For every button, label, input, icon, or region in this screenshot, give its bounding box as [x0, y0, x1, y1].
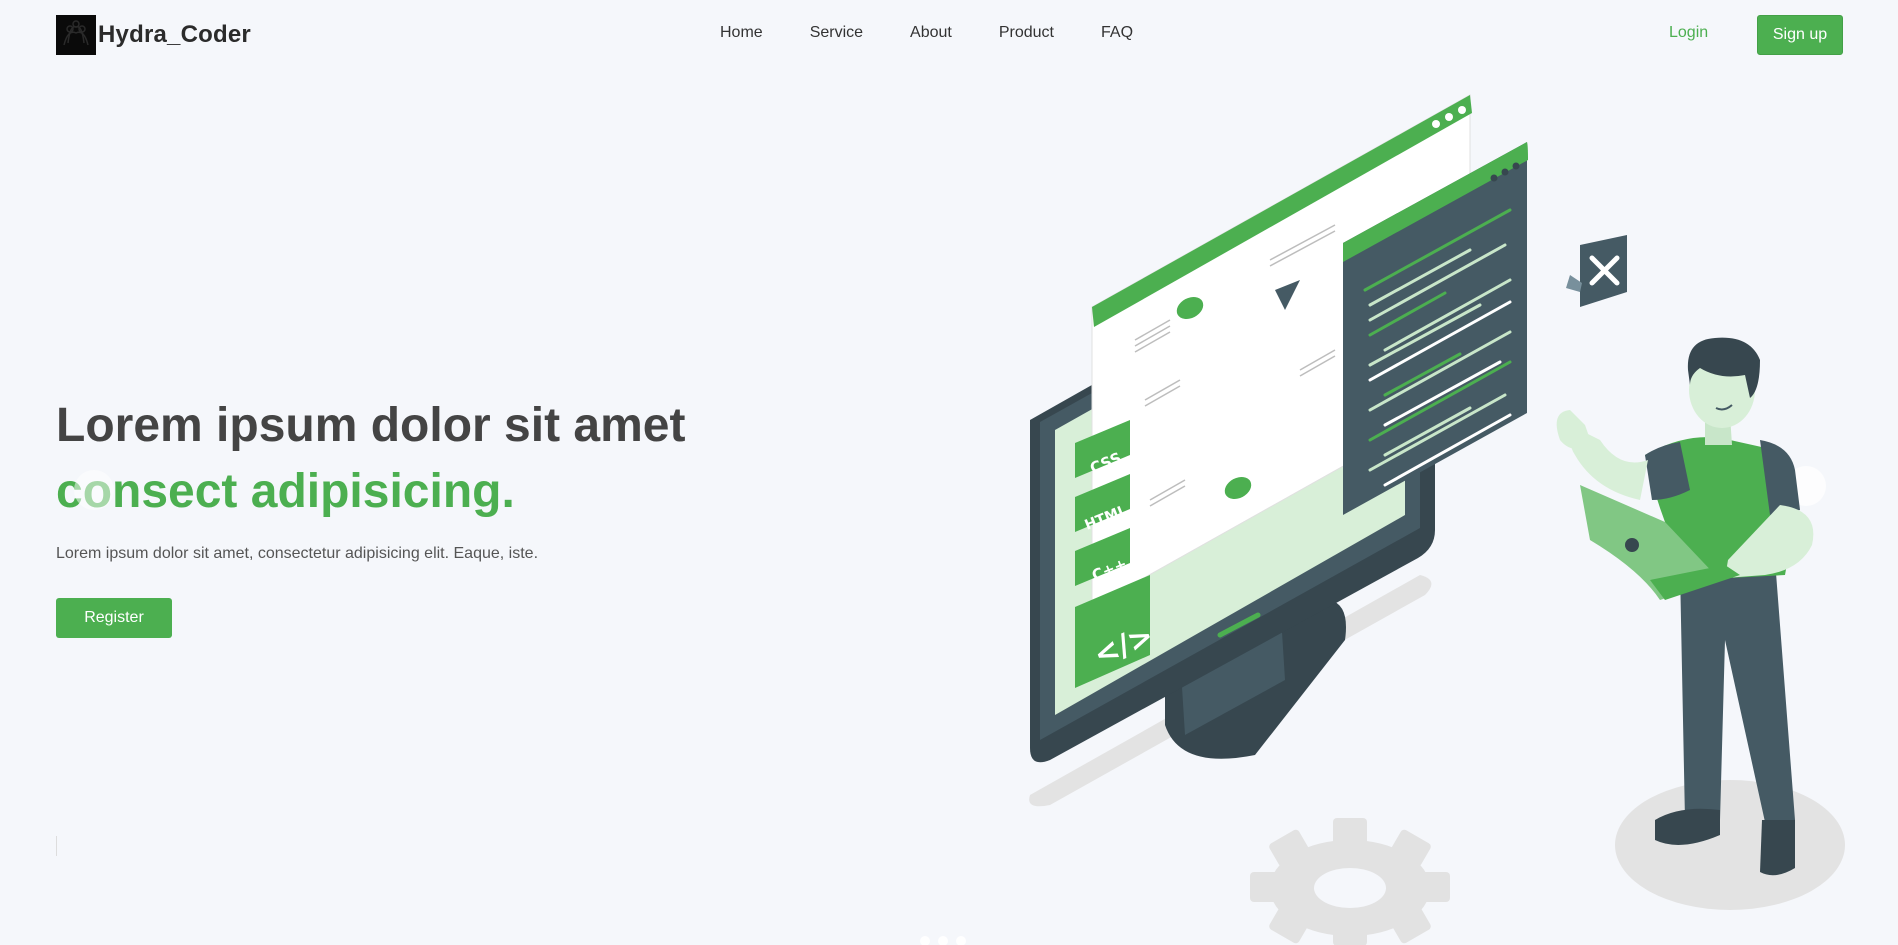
login-link[interactable]: Login: [1669, 24, 1708, 42]
scroll-indicator: [56, 836, 57, 856]
close-x-icon: [1566, 235, 1627, 307]
nav-product-link[interactable]: Product: [999, 24, 1054, 42]
carousel-prev-button[interactable]: [74, 470, 114, 510]
register-button[interactable]: Register: [56, 598, 172, 638]
carousel-dot[interactable]: [956, 936, 966, 945]
developer-person: [1556, 337, 1814, 876]
nav-about-link[interactable]: About: [910, 24, 952, 42]
brand-name: Hydra_Coder: [98, 21, 251, 48]
gear-icon: [1250, 818, 1450, 945]
hero-title-line2: consect adipisicing.: [56, 465, 515, 518]
carousel-dot[interactable]: [920, 936, 930, 945]
carousel-dot[interactable]: [938, 936, 948, 945]
navbar: Hydra_Coder Home Service About Product F…: [0, 0, 1898, 68]
signup-button[interactable]: Sign up: [1757, 15, 1843, 55]
main-nav: Home Service About Product FAQ: [720, 24, 1180, 42]
hero-description: Lorem ipsum dolor sit amet, consectetur …: [56, 545, 539, 562]
hero-title-line1: Lorem ipsum dolor sit amet: [56, 399, 686, 452]
nav-faq-link[interactable]: FAQ: [1101, 24, 1133, 42]
person-floor-shadow: [1615, 780, 1845, 910]
hydra-logo-icon: [56, 15, 96, 55]
nav-service-link[interactable]: Service: [810, 24, 863, 42]
hero-illustration: CSS HTML C++ </>: [1029, 94, 1845, 945]
nav-home-link[interactable]: Home: [720, 24, 763, 42]
brand[interactable]: Hydra_Coder: [56, 15, 251, 55]
carousel-indicators: [920, 936, 966, 945]
